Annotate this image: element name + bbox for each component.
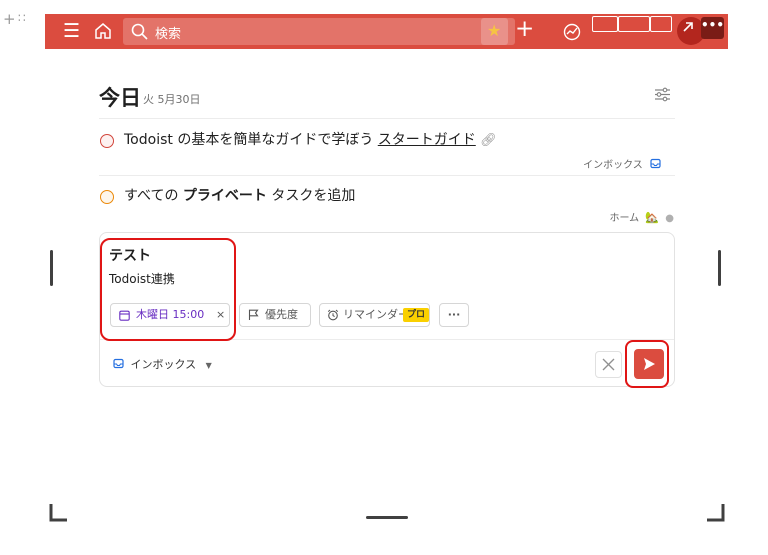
divider	[99, 175, 675, 176]
cancel-button[interactable]	[595, 351, 622, 378]
more-icon[interactable]: •••	[701, 17, 724, 39]
task-checkbox[interactable]	[100, 190, 114, 204]
alarm-icon	[327, 309, 339, 321]
capture-toolbar-box	[650, 16, 672, 32]
task-title-bold: プライベート	[182, 188, 267, 204]
ellipsis-icon: ···	[447, 308, 461, 321]
page-date: 火 5月30日	[143, 93, 201, 106]
priority-label: 優先度	[265, 308, 298, 321]
annotation-highlight	[625, 340, 669, 388]
annotation-highlight	[100, 238, 236, 341]
task-checkbox[interactable]	[100, 134, 114, 148]
flag-icon	[248, 309, 259, 320]
productivity-icon[interactable]	[563, 23, 581, 41]
corner-handle-bottom-left[interactable]	[49, 503, 69, 523]
quick-add-icon[interactable]: +	[515, 16, 534, 42]
drag-handle-icon[interactable]: ∷	[18, 11, 26, 25]
menu-icon[interactable]: ☰	[63, 20, 80, 42]
capture-toolbar-box	[592, 16, 618, 32]
close-icon	[602, 358, 615, 371]
sliders-icon[interactable]	[654, 87, 671, 102]
bottom-resize-handle[interactable]	[366, 516, 408, 519]
reminder-chip[interactable]: リマインダー プロ	[319, 303, 430, 327]
search-icon	[131, 23, 148, 40]
task-title[interactable]: Todoist の基本を簡単なガイドで学ぼう スタートガイド 🔗︎	[124, 129, 497, 149]
priority-chip[interactable]: 優先度	[239, 303, 311, 327]
open-external-icon[interactable]	[681, 20, 695, 34]
add-icon[interactable]: +	[3, 10, 16, 28]
task-title-text: Todoist の基本を簡単なガイドで学ぼう	[124, 132, 378, 148]
task-title-text: すべての	[124, 188, 183, 204]
reminder-label: リマインダー	[343, 308, 409, 321]
top-bar: ☰ 検索 ★ + •••	[45, 14, 728, 49]
capture-toolbar-box	[618, 16, 650, 32]
inbox-icon	[113, 358, 124, 369]
search-placeholder: 検索	[155, 27, 182, 42]
more-options-button[interactable]: ···	[439, 303, 469, 327]
task-project-label: ホーム	[609, 213, 640, 224]
pro-badge: プロ	[403, 308, 430, 322]
task-project[interactable]: ホーム 🏡 ●	[609, 209, 674, 224]
left-resize-handle[interactable]	[50, 250, 53, 286]
task-title-suffix: タスクを追加	[266, 188, 356, 204]
upgrade-button[interactable]: ★	[481, 18, 508, 45]
task-project-label: インボックス	[583, 160, 643, 171]
divider	[99, 118, 675, 119]
star-icon: ★	[487, 21, 502, 40]
corner-handle-bottom-right[interactable]	[705, 503, 725, 523]
project-select[interactable]: インボックス ▼	[113, 356, 212, 372]
task-link[interactable]: スタートガイド	[378, 132, 476, 148]
inbox-icon	[650, 158, 661, 169]
project-select-label: インボックス	[130, 358, 197, 371]
chevron-down-icon: ▼	[205, 361, 212, 370]
link-icon: 🔗︎	[480, 133, 497, 148]
dot-icon: ●	[665, 213, 674, 224]
task-project[interactable]: インボックス	[583, 156, 661, 171]
search-input[interactable]: 検索	[123, 18, 515, 45]
page-title: 今日	[99, 86, 141, 110]
house-icon: 🏡	[645, 211, 660, 224]
right-resize-handle[interactable]	[718, 250, 721, 286]
home-icon[interactable]	[94, 22, 112, 40]
task-title[interactable]: すべての プライベート タスクを追加	[124, 185, 355, 205]
